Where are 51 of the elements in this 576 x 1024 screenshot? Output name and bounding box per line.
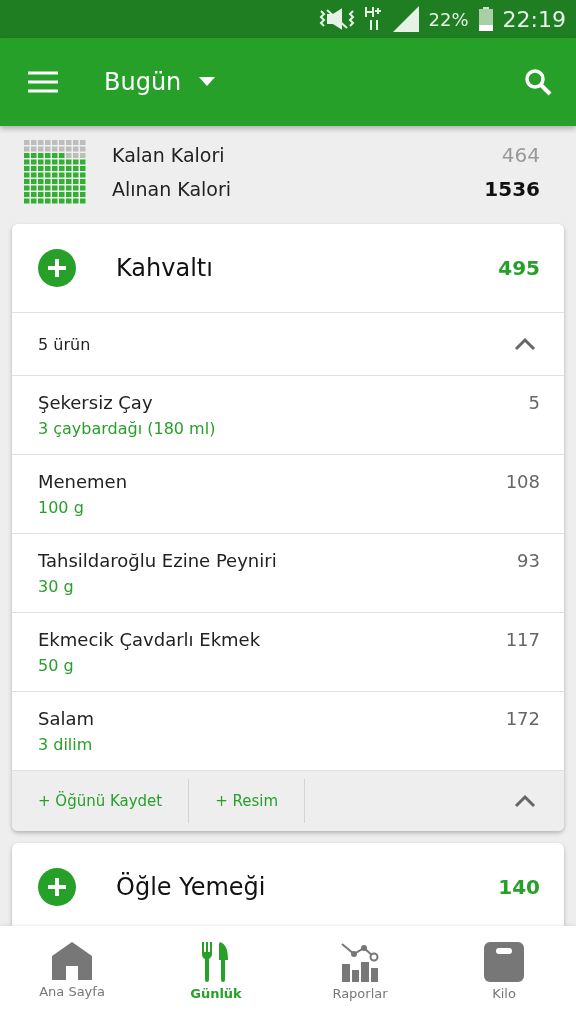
food-name: Menemen (38, 471, 128, 492)
food-name: Tahsildaroğlu Ezine Peyniri (38, 550, 277, 571)
add-food-button[interactable] (38, 249, 76, 287)
battery-icon (478, 7, 493, 31)
item-count: 5 ürün (38, 334, 91, 354)
food-portion: 3 çaybardağı (180 ml) (38, 419, 216, 438)
date-title[interactable]: Bugün (104, 68, 182, 96)
cutlery-icon (202, 942, 230, 982)
meal-calories: 140 (498, 875, 540, 899)
meal-action-button[interactable]: + Öğünü Kaydet (12, 779, 190, 823)
mute-vibrate-icon (318, 8, 355, 30)
dropdown-caret-icon[interactable] (199, 77, 216, 87)
food-calories: 93 (517, 550, 540, 571)
food-portion: 30 g (38, 577, 75, 596)
menu-button[interactable] (28, 71, 58, 93)
food-calories: 172 (505, 708, 540, 729)
plus-icon (48, 259, 66, 277)
add-food-button[interactable] (38, 868, 76, 906)
chevron-icon[interactable] (514, 794, 536, 808)
signal-icon (392, 6, 419, 32)
calorie-value: 464 (501, 143, 540, 167)
battery-percent: 22% (428, 8, 469, 30)
food-calories: 117 (505, 629, 540, 650)
meal-action-button[interactable]: + Resim (189, 779, 306, 823)
food-name: Şekersiz Çay (38, 392, 154, 413)
calorie-grid-icon (24, 140, 86, 204)
food-portion: 50 g (38, 656, 75, 675)
meal-calories: 495 (498, 256, 540, 280)
summary-label: Kalan Kalori (112, 144, 225, 166)
meal-title: Kahvaltı (116, 254, 214, 282)
nav-tab[interactable]: Günlük (144, 926, 288, 1024)
food-portion: 3 dilim (38, 735, 94, 754)
nav-tab[interactable]: Kilo (432, 926, 576, 1024)
food-calories: 108 (505, 471, 540, 492)
network-type-icon (364, 6, 383, 32)
clock-time: 22:19 (502, 6, 566, 32)
calorie-value: 1536 (484, 177, 540, 201)
plus-icon (48, 878, 66, 896)
scale-icon (484, 942, 524, 982)
search-button[interactable] (524, 68, 552, 96)
food-name: Ekmecik Çavdarlı Ekmek (38, 629, 261, 650)
chart-icon (340, 942, 380, 982)
food-calories: 5 (528, 392, 540, 413)
summary-label: Alınan Kalori (112, 178, 232, 200)
home-icon (52, 942, 92, 980)
food-portion: 100 g (38, 498, 85, 517)
meal-title: Öğle Yemeği (116, 873, 267, 901)
chevron-icon[interactable] (514, 337, 536, 351)
nav-tab[interactable]: Raporlar (288, 926, 432, 1024)
nav-tab[interactable]: Ana Sayfa (0, 926, 144, 1024)
food-name: Salam (38, 708, 95, 729)
